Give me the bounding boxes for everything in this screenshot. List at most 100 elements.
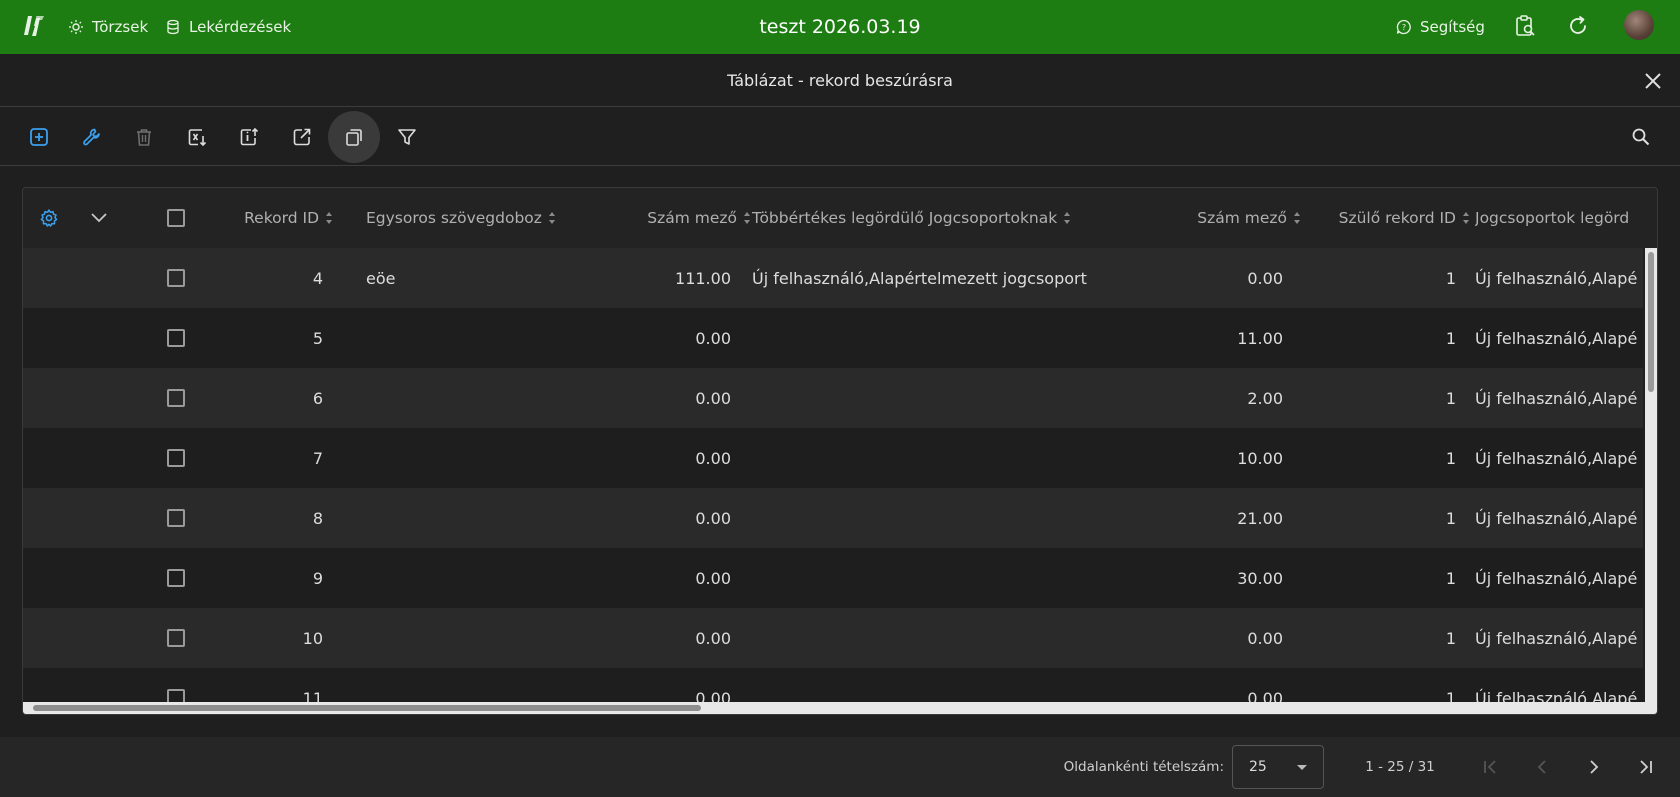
- column-header-egysoros[interactable]: Egysoros szövegdoboz: [366, 188, 594, 248]
- cell-jogcsoportok: Új felhasználó,Alapé: [1475, 688, 1638, 703]
- table-row[interactable]: 11 0.00 0.00 1 Új felhasználó,Alapé: [23, 668, 1643, 702]
- per-page-select[interactable]: 25: [1232, 745, 1324, 789]
- vertical-scrollbar[interactable]: [1645, 248, 1657, 702]
- cell-egysoros: [366, 668, 576, 702]
- cell-szulo-rekord-id: 1: [1445, 628, 1456, 648]
- top-bar: Törzsek Lekérdezések teszt 2026.03.19 ? …: [0, 0, 1680, 54]
- last-page-icon: [1640, 760, 1652, 774]
- column-header-jogcsoportok[interactable]: Jogcsoportok legörd: [1475, 188, 1643, 248]
- last-page-button[interactable]: [1626, 747, 1666, 787]
- first-page-icon: [1484, 760, 1496, 774]
- next-page-button[interactable]: [1574, 747, 1614, 787]
- data-grid: Rekord ID Egysoros szövegdoboz Szám mező…: [22, 187, 1658, 715]
- cell-jogcsoportok: Új felhasználó,Alapé: [1475, 628, 1638, 648]
- cell-tobbertekes: [752, 428, 1152, 488]
- edit-button[interactable]: [66, 111, 118, 163]
- close-button[interactable]: [1640, 68, 1666, 94]
- table-row[interactable]: 5 0.00 11.00 1 Új felhasználó,Alapé: [23, 308, 1643, 368]
- wrench-icon: [83, 128, 100, 146]
- search-icon: [1632, 128, 1650, 146]
- refresh-button[interactable]: [1565, 13, 1591, 39]
- refresh-icon: [1570, 16, 1586, 34]
- row-checkbox[interactable]: [167, 509, 185, 527]
- cell-szam-mezo-1: 0.00: [695, 628, 731, 648]
- row-checkbox[interactable]: [167, 629, 185, 647]
- cell-szam-mezo-1: 111.00: [675, 268, 731, 288]
- add-icon: [30, 128, 48, 146]
- copy-button[interactable]: [328, 111, 380, 163]
- import-button[interactable]: [223, 111, 275, 163]
- select-all-checkbox[interactable]: [167, 209, 185, 227]
- cell-szam-mezo-1: 0.00: [695, 508, 731, 528]
- cell-szam-mezo-2: 0.00: [1247, 268, 1283, 288]
- cell-szulo-rekord-id: 1: [1445, 508, 1456, 528]
- row-checkbox[interactable]: [167, 569, 185, 587]
- cell-jogcsoportok: Új felhasználó,Alapé: [1475, 388, 1638, 408]
- cell-szam-mezo-2: 0.00: [1247, 628, 1283, 648]
- app-logo-icon[interactable]: [22, 13, 46, 39]
- add-record-button[interactable]: [13, 111, 65, 163]
- grid-body: 4 eöe 111.00 Új felhasználó,Alapértelmez…: [23, 248, 1643, 702]
- column-header-rekord-id[interactable]: Rekord ID: [203, 188, 333, 248]
- vertical-scrollbar-thumb[interactable]: [1648, 252, 1654, 392]
- nav-lekerdezesek[interactable]: Lekérdezések: [165, 0, 291, 54]
- row-checkbox[interactable]: [167, 689, 185, 702]
- cell-szulo-rekord-id: 1: [1445, 568, 1456, 588]
- help-button[interactable]: ? Segítség: [1396, 0, 1485, 54]
- caret-down-icon: [1297, 765, 1307, 770]
- table-row[interactable]: 8 0.00 21.00 1 Új felhasználó,Alapé: [23, 488, 1643, 548]
- table-row[interactable]: 6 0.00 2.00 1 Új felhasználó,Alapé: [23, 368, 1643, 428]
- cell-tobbertekes: [752, 668, 1152, 702]
- table-row[interactable]: 9 0.00 30.00 1 Új felhasználó,Alapé: [23, 548, 1643, 608]
- cell-egysoros: [366, 308, 576, 368]
- user-avatar[interactable]: [1624, 10, 1654, 40]
- search-button[interactable]: [1615, 111, 1667, 163]
- help-icon: ?: [1396, 19, 1411, 35]
- nav-torzsek[interactable]: Törzsek: [68, 0, 148, 54]
- row-checkbox[interactable]: [167, 329, 185, 347]
- horizontal-scrollbar[interactable]: [23, 702, 1657, 714]
- per-page-label: Oldalankénti tételszám:: [1063, 759, 1224, 775]
- sort-icon: [325, 211, 333, 225]
- delete-button[interactable]: [118, 111, 170, 163]
- column-header-szam-mezo-2[interactable]: Szám mező: [1143, 188, 1301, 248]
- row-checkbox[interactable]: [167, 449, 185, 467]
- cell-egysoros: eöe: [366, 268, 396, 288]
- filter-button[interactable]: [381, 111, 433, 163]
- toolbar: [0, 107, 1680, 166]
- cell-egysoros: [366, 548, 576, 608]
- column-settings-button[interactable]: [39, 208, 59, 228]
- cell-szam-mezo-2: 0.00: [1247, 688, 1283, 703]
- row-checkbox[interactable]: [167, 389, 185, 407]
- horizontal-scrollbar-thumb[interactable]: [33, 705, 701, 711]
- table-row[interactable]: 7 0.00 10.00 1 Új felhasználó,Alapé: [23, 428, 1643, 488]
- cell-szam-mezo-2: 11.00: [1237, 328, 1283, 348]
- sort-icon: [743, 211, 751, 225]
- first-page-button[interactable]: [1470, 747, 1510, 787]
- nav-lekerdezesek-label: Lekérdezések: [189, 18, 292, 36]
- expand-all-button[interactable]: [89, 210, 109, 226]
- cell-jogcsoportok: Új felhasználó,Alapé: [1475, 448, 1638, 468]
- cell-szam-mezo-1: 0.00: [695, 328, 731, 348]
- trash-icon: [137, 129, 151, 146]
- cell-tobbertekes: [752, 608, 1152, 668]
- database-icon: [167, 19, 179, 35]
- cell-szulo-rekord-id: 1: [1445, 448, 1456, 468]
- clipboard-search-button[interactable]: [1512, 13, 1538, 39]
- column-header-tobbertekes[interactable]: Többértékes legördülő Jogcsoportoknak: [752, 188, 1152, 248]
- previous-page-button[interactable]: [1522, 747, 1562, 787]
- excel-export-button[interactable]: [171, 111, 223, 163]
- column-header-szam-mezo-1[interactable]: Szám mező: [583, 188, 751, 248]
- page-range: 1 - 25 / 31: [1365, 759, 1435, 775]
- table-row[interactable]: 10 0.00 0.00 1 Új felhasználó,Alapé: [23, 608, 1643, 668]
- cell-szam-mezo-2: 21.00: [1237, 508, 1283, 528]
- open-external-icon: [293, 128, 311, 146]
- cell-egysoros: [366, 368, 576, 428]
- table-row[interactable]: 4 eöe 111.00 Új felhasználó,Alapértelmez…: [23, 248, 1643, 308]
- open-external-button[interactable]: [276, 111, 328, 163]
- nav-torzsek-label: Törzsek: [92, 18, 149, 36]
- column-header-szulo-rekord-id[interactable]: Szülő rekord ID: [1308, 188, 1470, 248]
- cell-szulo-rekord-id: 1: [1445, 328, 1456, 348]
- row-checkbox[interactable]: [167, 269, 185, 287]
- chevron-down-icon: [91, 213, 107, 223]
